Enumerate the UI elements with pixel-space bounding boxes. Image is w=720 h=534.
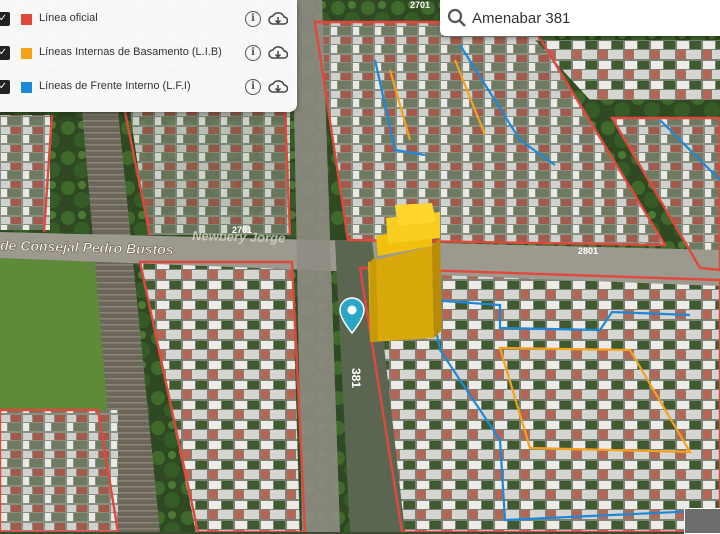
layer-row-linea-oficial[interactable]: ✓ Línea oficial i bbox=[0, 4, 297, 34]
layer-label: Línea oficial bbox=[39, 12, 98, 24]
info-icon[interactable]: i bbox=[245, 11, 261, 27]
block-left-center bbox=[130, 112, 290, 235]
layer-color-swatch bbox=[21, 48, 32, 59]
search-input[interactable] bbox=[472, 6, 712, 30]
cloud-download-icon[interactable] bbox=[268, 78, 288, 96]
street-number-label: 2701 bbox=[232, 225, 252, 235]
checkbox-checked-icon[interactable]: ✓ bbox=[0, 80, 10, 94]
search-box[interactable] bbox=[440, 0, 720, 36]
info-icon[interactable]: i bbox=[245, 79, 261, 95]
layer-color-swatch bbox=[21, 82, 32, 93]
info-icon[interactable]: i bbox=[245, 45, 261, 61]
street-number-label: 2801 bbox=[578, 246, 598, 256]
address-number-label: 381 bbox=[349, 368, 363, 388]
basemap-thumbnail[interactable] bbox=[684, 508, 720, 534]
layers-panel: ✓ Línea oficial i ✓ Líneas Internas de B… bbox=[0, 0, 297, 112]
checkbox-checked-icon[interactable]: ✓ bbox=[0, 46, 10, 60]
checkbox-checked-icon[interactable]: ✓ bbox=[0, 12, 10, 26]
street-number-label: 2701 bbox=[410, 0, 430, 10]
search-icon[interactable] bbox=[447, 8, 467, 28]
layer-row-lib[interactable]: ✓ Líneas Internas de Basamento (L.I.B) i bbox=[0, 38, 297, 68]
cloud-download-icon[interactable] bbox=[268, 10, 288, 28]
block-top-left bbox=[0, 115, 50, 230]
cloud-download-icon[interactable] bbox=[268, 44, 288, 62]
layer-label: Líneas de Frente Interno (L.F.I) bbox=[39, 80, 191, 92]
layer-label: Líneas Internas de Basamento (L.I.B) bbox=[39, 46, 222, 58]
layer-row-lfi[interactable]: ✓ Líneas de Frente Interno (L.F.I) i bbox=[0, 72, 297, 102]
layer-color-swatch bbox=[21, 14, 32, 25]
